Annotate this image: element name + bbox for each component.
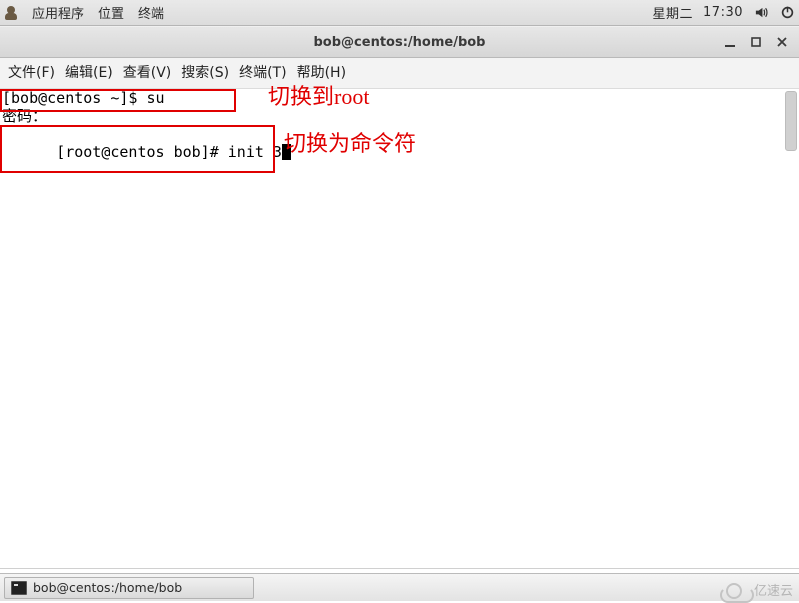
window-title: bob@centos:/home/bob (0, 35, 799, 50)
panel-left-group: 应用程序 位置 终端 (4, 3, 164, 22)
volume-icon[interactable] (753, 5, 769, 21)
terminal-viewport[interactable]: [bob@centos ~]$ su 密码： [root@centos bob]… (0, 89, 799, 569)
applications-menu[interactable]: 应用程序 (32, 3, 84, 22)
terminal-icon (11, 581, 27, 595)
taskbar-task-terminal[interactable]: bob@centos:/home/bob (4, 577, 254, 599)
terminal-line-3-text: [root@centos bob]# init 3 (56, 143, 282, 161)
gnome-foot-icon (4, 6, 18, 20)
menu-view[interactable]: 查看(V) (123, 62, 172, 82)
terminal-text-area[interactable]: [bob@centos ~]$ su 密码： [root@centos bob]… (0, 89, 783, 568)
taskbar-task-label: bob@centos:/home/bob (33, 580, 182, 595)
power-icon[interactable] (779, 5, 795, 21)
terminal-scrollbar[interactable] (785, 91, 797, 151)
gnome-top-panel: 应用程序 位置 终端 星期二 17:30 (0, 0, 799, 26)
window-controls (723, 35, 799, 49)
cloud-icon (720, 579, 750, 599)
terminal-line-1: [bob@centos ~]$ su (2, 89, 783, 107)
menu-edit[interactable]: 编辑(E) (65, 62, 113, 82)
maximize-button[interactable] (749, 35, 763, 49)
menu-file[interactable]: 文件(F) (8, 62, 55, 82)
annotation-text-2: 切换为命令符 (284, 135, 416, 153)
clock-day[interactable]: 星期二 (653, 3, 694, 22)
panel-right-group: 星期二 17:30 (653, 3, 795, 22)
watermark-text: 亿速云 (754, 580, 793, 599)
window-titlebar[interactable]: bob@centos:/home/bob (0, 26, 799, 58)
terminal-launcher[interactable]: 终端 (138, 3, 164, 22)
menu-terminal[interactable]: 终端(T) (239, 62, 286, 82)
close-button[interactable] (775, 35, 789, 49)
menu-help[interactable]: 帮助(H) (297, 62, 346, 82)
gnome-taskbar: bob@centos:/home/bob (0, 573, 799, 601)
places-menu[interactable]: 位置 (98, 3, 124, 22)
clock-time[interactable]: 17:30 (703, 5, 743, 20)
minimize-button[interactable] (723, 35, 737, 49)
annotation-text-1: 切换到root (268, 88, 369, 106)
watermark: 亿速云 (720, 579, 793, 599)
menu-search[interactable]: 搜索(S) (181, 62, 229, 82)
terminal-menubar: 文件(F) 编辑(E) 查看(V) 搜索(S) 终端(T) 帮助(H) (0, 58, 799, 89)
terminal-line-2: 密码： (2, 107, 783, 125)
